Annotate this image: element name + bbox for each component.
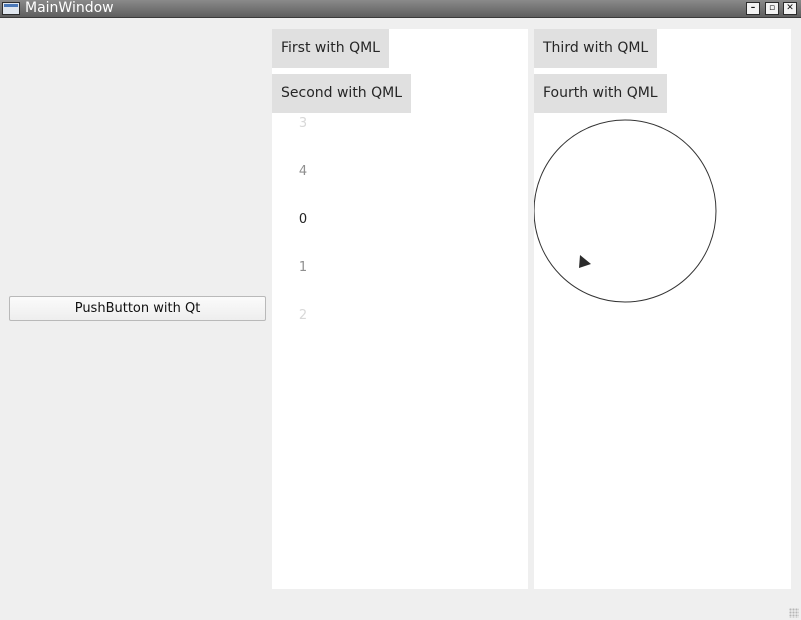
qml-pane-right: Third with QML Fourth with QML [534, 29, 791, 589]
dial[interactable] [534, 29, 791, 329]
second-qml-button[interactable]: Second with QML [272, 74, 412, 113]
dial-ring [534, 119, 717, 303]
restore-icon[interactable]: ▫ [765, 2, 779, 15]
tumbler-item-selected: 0 [298, 212, 308, 227]
resize-grip[interactable] [789, 608, 799, 618]
tumbler-item: 2 [298, 308, 308, 323]
qt-push-button[interactable]: PushButton with Qt [9, 296, 266, 321]
app-window-icon [2, 2, 20, 15]
window-titlebar[interactable]: MainWindow – ▫ ✕ [0, 0, 801, 18]
tumbler[interactable]: 3 4 0 1 2 [272, 113, 362, 333]
qml-pane-left: First with QML Second with QML 3 4 0 1 2 [272, 29, 528, 589]
dial-handle-icon[interactable] [579, 255, 591, 268]
tumbler-item: 1 [298, 260, 308, 275]
tumbler-item: 3 [298, 116, 308, 131]
window-title: MainWindow [25, 0, 114, 16]
first-qml-button[interactable]: First with QML [272, 29, 389, 68]
close-icon[interactable]: ✕ [783, 2, 797, 15]
tumbler-item: 4 [298, 164, 308, 179]
minimize-icon[interactable]: – [746, 2, 760, 15]
